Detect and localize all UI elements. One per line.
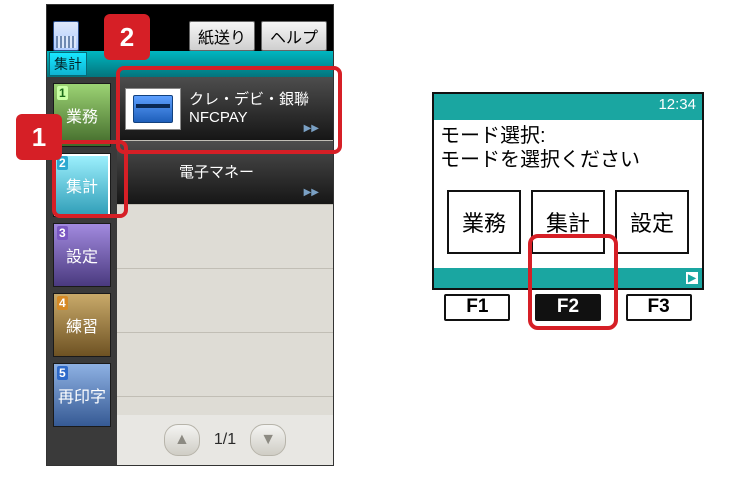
terminal-keypad-screen: 12:34 モード選択: モードを選択ください 業務 集計 設定 ▶ F1 F2… — [432, 92, 704, 321]
keypad-lcd: 12:34 モード選択: モードを選択ください 業務 集計 設定 ▶ — [432, 92, 704, 290]
clock: 12:34 — [658, 96, 696, 113]
page-down-button[interactable]: ▼ — [250, 424, 286, 456]
pager: ▲ 1/1 ▼ — [117, 415, 333, 465]
f2-key[interactable]: F2 — [535, 294, 601, 321]
status-bar: 12:34 — [434, 94, 702, 120]
side-tab-num: 1 — [57, 86, 68, 100]
f1-key[interactable]: F1 — [444, 294, 510, 321]
terminal-touch-screen: 紙送り ヘルプ 集計 1 業務 2 集計 3 設定 4 練習 5 — [46, 4, 334, 466]
help-button[interactable]: ヘルプ — [261, 21, 327, 51]
row-line2: NFCPAY — [189, 109, 309, 126]
menu-row-credit-debit[interactable]: クレ・デビ・銀聯 NFCPAY ▶▶ — [117, 77, 333, 141]
top-bar: 紙送り ヘルプ — [47, 5, 333, 51]
main-list: クレ・デビ・銀聯 NFCPAY ▶▶ 電子マネー ▶▶ ▲ 1/1 ▼ — [117, 77, 333, 465]
side-tab-num: 4 — [57, 296, 68, 310]
side-tab-renshuu[interactable]: 4 練習 — [53, 293, 111, 357]
prompt-line2: モードを選択ください — [440, 148, 696, 172]
menu-row-emoney[interactable]: 電子マネー ▶▶ — [117, 141, 333, 205]
side-tab-shuukei[interactable]: 2 集計 — [53, 153, 111, 217]
f3-key[interactable]: F3 — [626, 294, 692, 321]
mode-menu: 業務 集計 設定 — [434, 176, 702, 268]
side-tab-label: 集計 — [66, 173, 98, 197]
chevron-right-icon: ▶▶ — [304, 123, 319, 134]
callout-2: 2 — [104, 14, 150, 60]
mode-button-gyoumu[interactable]: 業務 — [447, 190, 521, 254]
row-line1: 電子マネー — [179, 164, 254, 181]
calculator-icon[interactable] — [53, 21, 79, 51]
function-keys: F1 F2 F3 — [432, 294, 704, 321]
chevron-right-icon: ▶▶ — [304, 187, 319, 198]
bottom-bar: ▶ — [434, 268, 702, 288]
side-tab-label: 業務 — [66, 103, 98, 127]
side-tab-num: 5 — [57, 366, 68, 380]
mode-tag: 集計 — [49, 52, 87, 76]
row-line1: クレ・デビ・銀聯 — [189, 91, 309, 108]
empty-row — [117, 269, 333, 333]
side-tab-label: 練習 — [66, 313, 98, 337]
paper-feed-button[interactable]: 紙送り — [189, 21, 255, 51]
page-up-button[interactable]: ▲ — [164, 424, 200, 456]
next-page-icon[interactable]: ▶ — [686, 272, 698, 284]
callout-1: 1 — [16, 114, 62, 160]
side-tab-num: 3 — [57, 226, 68, 240]
mode-button-settei[interactable]: 設定 — [615, 190, 689, 254]
page-indicator: 1/1 — [214, 431, 236, 449]
prompt-line1: モード選択: — [440, 124, 696, 148]
side-tab-label: 設定 — [66, 243, 98, 267]
mode-button-shuukei[interactable]: 集計 — [531, 190, 605, 254]
card-icon — [125, 88, 181, 130]
mode-bar: 集計 — [47, 51, 333, 77]
empty-row — [117, 205, 333, 269]
side-tab-saiinji[interactable]: 5 再印字 — [53, 363, 111, 427]
side-tab-settei[interactable]: 3 設定 — [53, 223, 111, 287]
prompt-text: モード選択: モードを選択ください — [434, 120, 702, 176]
side-tab-label: 再印字 — [58, 383, 106, 407]
empty-row — [117, 333, 333, 397]
